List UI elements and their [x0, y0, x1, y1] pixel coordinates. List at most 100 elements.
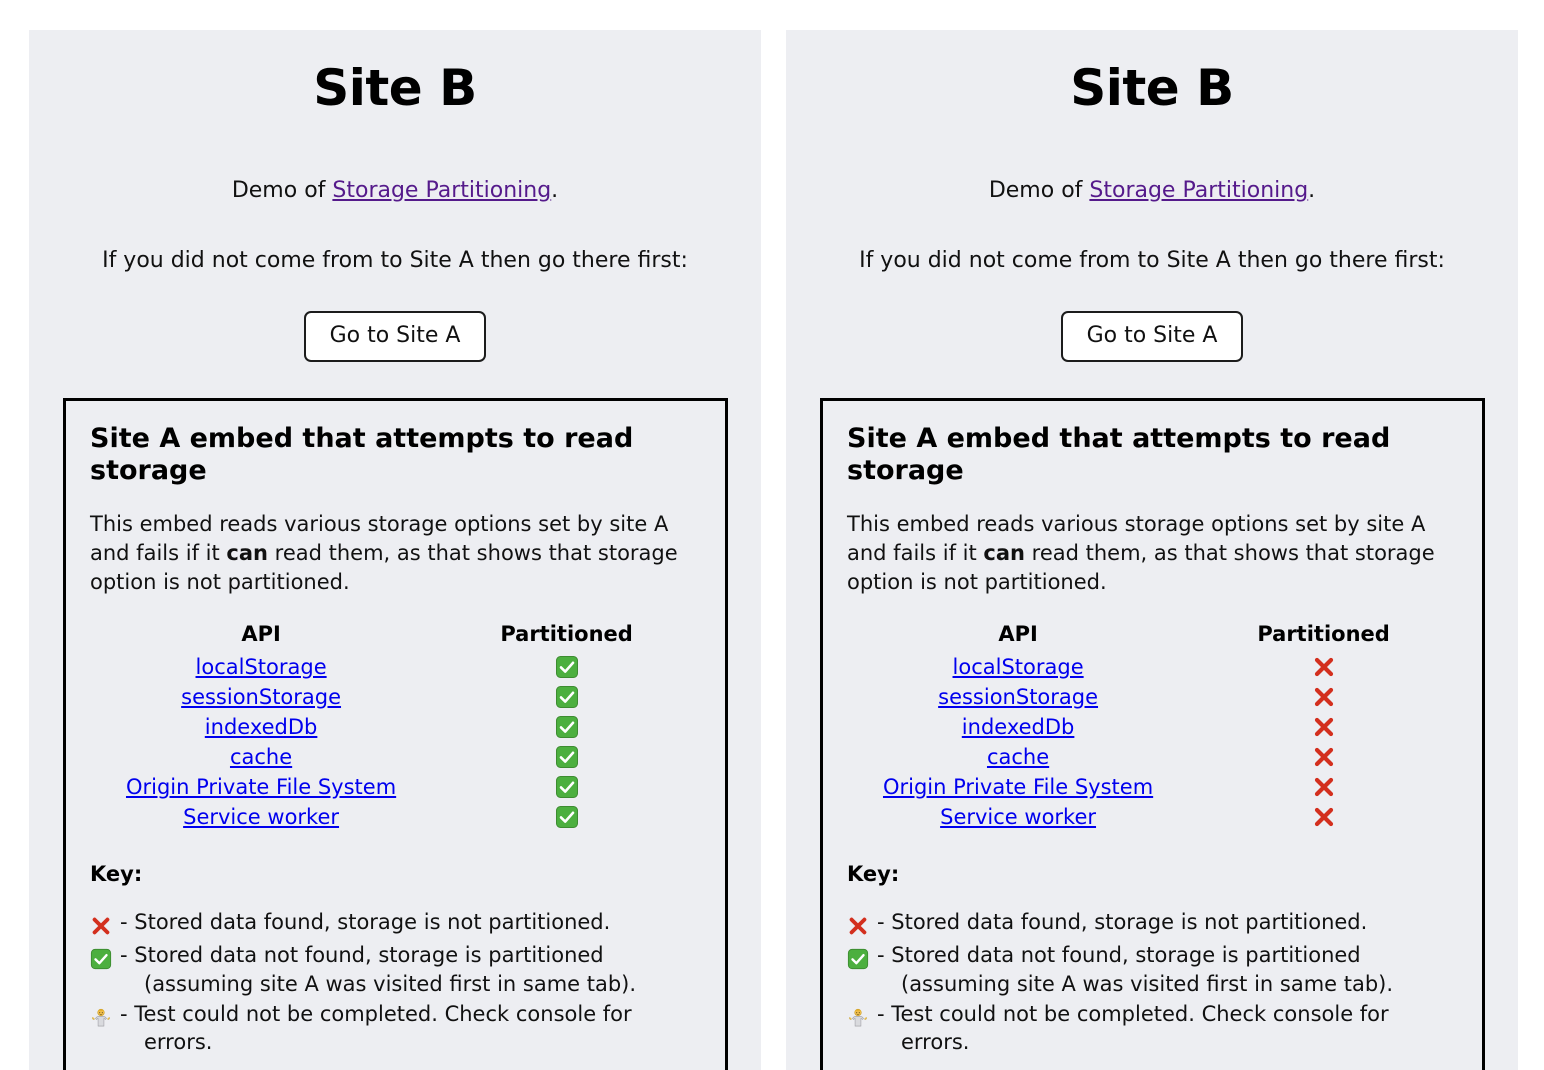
api-link[interactable]: indexedDb: [962, 715, 1075, 739]
table-cell-api: Origin Private File System: [847, 772, 1189, 802]
table-cell-partitioned: [1189, 682, 1458, 712]
demo-prefix: Demo of: [988, 177, 1090, 203]
api-link[interactable]: cache: [230, 745, 292, 769]
site-a-embed: Site A embed that attempts to read stora…: [820, 397, 1485, 1070]
go-to-site-a-button[interactable]: Go to Site A: [1060, 310, 1244, 362]
table-cell-partitioned: [1189, 652, 1458, 682]
table-row: localStorage: [847, 652, 1458, 682]
embed-heading: Site A embed that attempts to read stora…: [847, 422, 1391, 487]
check-mark-icon: [555, 655, 579, 679]
button-row: Go to Site A: [29, 310, 761, 362]
key-heading: Key:: [90, 862, 143, 887]
table-cell-partitioned: [432, 772, 701, 802]
check-mark-icon: [847, 948, 869, 970]
key-item: - Test could not be completed. Check con…: [90, 1000, 701, 1058]
table-cell-partitioned: [1189, 712, 1458, 742]
api-link[interactable]: indexedDb: [205, 715, 318, 739]
api-link[interactable]: Origin Private File System: [883, 775, 1153, 799]
key-item-line2: errors.: [901, 1030, 970, 1055]
table-cell-api: localStorage: [90, 652, 432, 682]
check-mark-icon: [90, 948, 112, 970]
embed-description: This embed reads various storage options…: [90, 510, 701, 597]
cross-mark-icon: [1312, 805, 1336, 829]
prompt-text: If you did not come from to Site A then …: [859, 247, 1445, 273]
storage-partitioning-link[interactable]: Storage Partitioning: [1089, 178, 1308, 203]
table-cell-partitioned: [432, 802, 701, 832]
table-row: localStorage: [90, 652, 701, 682]
key-item-line1: - Stored data not found, storage is part…: [120, 943, 604, 968]
column-header-partitioned: Partitioned: [1257, 622, 1390, 647]
api-link[interactable]: localStorage: [953, 655, 1084, 679]
key-item-text: - Stored data not found, storage is part…: [875, 941, 1458, 999]
key-item-icon: [847, 908, 875, 940]
key-item-line2: (assuming site A was visited first in sa…: [901, 971, 1394, 996]
person-shrugging-icon: [847, 1007, 869, 1029]
table-cell-partitioned: [432, 652, 701, 682]
cross-mark-icon: [1312, 655, 1336, 679]
demo-line: Demo of Storage Partitioning.: [29, 178, 761, 203]
key-heading: Key:: [847, 862, 900, 887]
go-to-site-a-button[interactable]: Go to Site A: [303, 310, 487, 362]
cross-mark-icon: [1312, 775, 1336, 799]
key-item: - Stored data not found, storage is part…: [847, 941, 1458, 999]
storage-partitioning-link[interactable]: Storage Partitioning: [332, 178, 551, 203]
key-item-icon: [90, 1000, 118, 1032]
check-mark-icon: [555, 775, 579, 799]
column-header-api: API: [241, 622, 281, 647]
embed-desc-emphasis: can: [226, 541, 268, 566]
api-link[interactable]: sessionStorage: [938, 685, 1098, 709]
table-cell-partitioned: [1189, 802, 1458, 832]
table-cell-partitioned: [432, 712, 701, 742]
key-item-icon: [90, 908, 118, 940]
api-link[interactable]: sessionStorage: [181, 685, 341, 709]
key-item-text: - Stored data not found, storage is part…: [118, 941, 701, 999]
key-item: - Stored data found, storage is not part…: [90, 908, 701, 940]
demo-line: Demo of Storage Partitioning.: [786, 178, 1518, 203]
cross-mark-icon: [1312, 715, 1336, 739]
api-link[interactable]: Origin Private File System: [126, 775, 396, 799]
key-item-line1: - Stored data not found, storage is part…: [877, 943, 1361, 968]
key-item-line1: - Test could not be completed. Check con…: [120, 1001, 632, 1026]
cross-mark-icon: [1312, 745, 1336, 769]
embed-heading: Site A embed that attempts to read stora…: [90, 422, 634, 487]
key-item-line2: errors.: [144, 1030, 213, 1055]
api-link[interactable]: cache: [987, 745, 1049, 769]
table-cell-partitioned: [432, 682, 701, 712]
api-link[interactable]: Service worker: [940, 805, 1096, 829]
prompt-text: If you did not come from to Site A then …: [102, 247, 688, 273]
page-title: Site B: [1070, 59, 1234, 117]
key-item-icon: [847, 941, 875, 973]
site-panel-left: Site B Demo of Storage Partitioning. If yo…: [29, 30, 761, 1070]
demo-suffix: .: [551, 177, 559, 203]
cross-mark-icon: [847, 915, 869, 937]
table-cell-api: localStorage: [847, 652, 1189, 682]
key-item-line1: - Stored data found, storage is not part…: [877, 910, 1368, 935]
key-list: - Stored data found, storage is not part…: [90, 908, 701, 1057]
key-item-text: - Test could not be completed. Check con…: [875, 1000, 1458, 1058]
column-header-partitioned: Partitioned: [500, 622, 633, 647]
table-body: localStorage sessionStorage indexedDb cache…: [847, 652, 1458, 832]
table-head: API Partitioned: [90, 619, 701, 652]
key-item-text: - Test could not be completed. Check con…: [118, 1000, 701, 1058]
api-link[interactable]: localStorage: [196, 655, 327, 679]
table-row: Service worker: [90, 802, 701, 832]
key-item: - Stored data not found, storage is part…: [90, 941, 701, 999]
site-panel-right: Site B Demo of Storage Partitioning. If yo…: [786, 30, 1518, 1070]
table-row: sessionStorage: [847, 682, 1458, 712]
table-row: indexedDb: [90, 712, 701, 742]
cross-mark-icon: [90, 915, 112, 937]
key-item-line1: - Stored data found, storage is not part…: [120, 910, 611, 935]
embed-description: This embed reads various storage options…: [847, 510, 1458, 597]
table-cell-api: Service worker: [847, 802, 1189, 832]
table-row: Origin Private File System: [847, 772, 1458, 802]
key-item: - Test could not be completed. Check con…: [847, 1000, 1458, 1058]
table-cell-api: cache: [847, 742, 1189, 772]
api-link[interactable]: Service worker: [183, 805, 339, 829]
key-item-line1: - Test could not be completed. Check con…: [877, 1001, 1389, 1026]
table-body: localStorage sessionStorage indexedDb cache…: [90, 652, 701, 832]
table-cell-api: Service worker: [90, 802, 432, 832]
table-cell-api: sessionStorage: [90, 682, 432, 712]
key-list: - Stored data found, storage is not part…: [847, 908, 1458, 1057]
key-item: - Stored data found, storage is not part…: [847, 908, 1458, 940]
column-header-api: API: [998, 622, 1038, 647]
